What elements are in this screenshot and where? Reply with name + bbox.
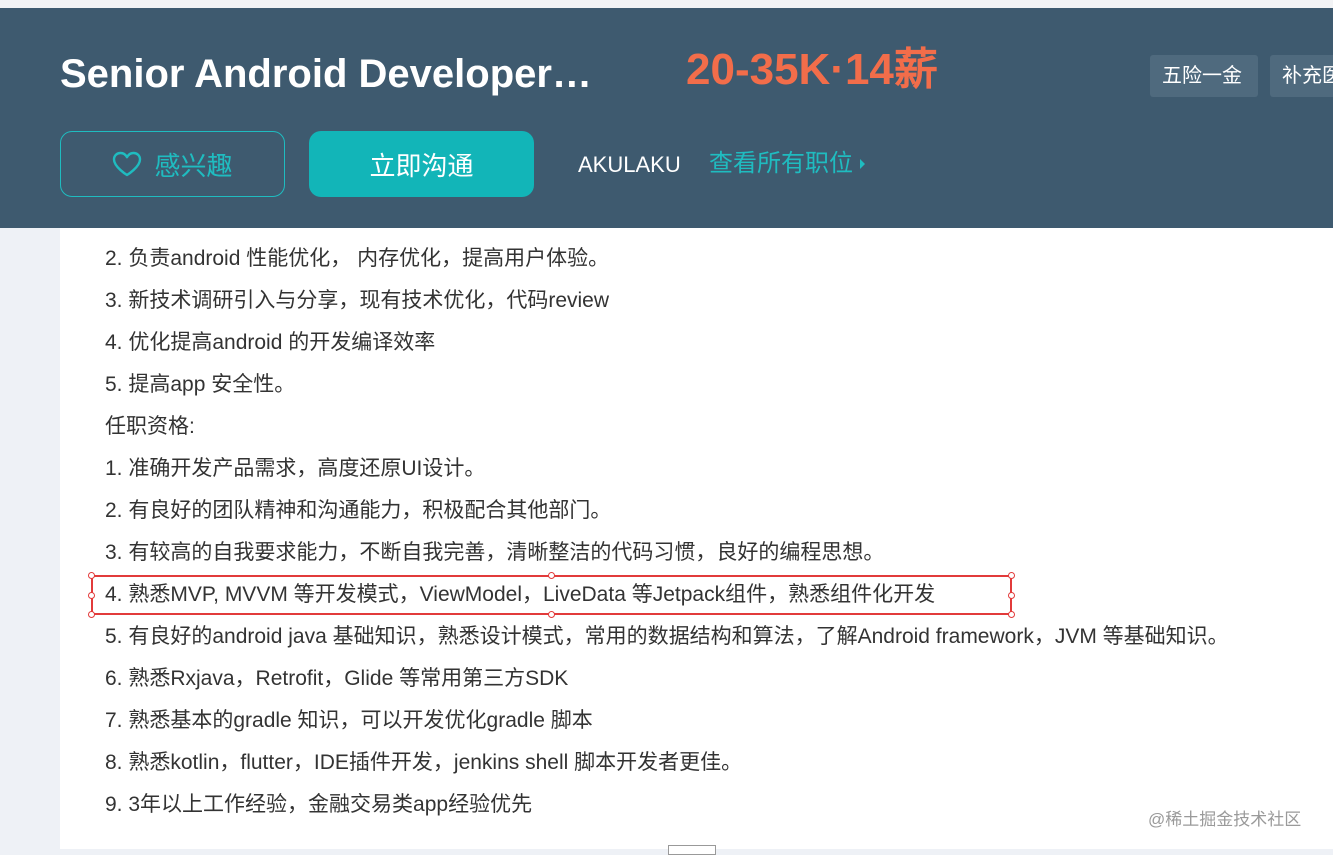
view-all-jobs-label: 查看所有职位 <box>709 150 853 177</box>
chat-now-button[interactable]: 立即沟通 <box>309 131 534 197</box>
list-item: 4. 优化提高android 的开发编译效率 <box>105 331 436 354</box>
interest-button[interactable]: 感兴趣 <box>60 131 285 197</box>
resize-handle[interactable] <box>1008 592 1015 599</box>
requirement-list: 2. 负责android 性能优化， 内存优化，提高用户体验。 3. 新技术调研… <box>105 238 1229 826</box>
chat-now-button-label: 立即沟通 <box>369 150 474 181</box>
resize-handle[interactable] <box>88 611 95 618</box>
list-item: 1. 准确开发产品需求，高度还原UI设计。 <box>105 457 486 480</box>
list-item: 8. 熟悉kotlin，flutter，IDE插件开发，jenkins shel… <box>105 751 743 774</box>
list-item: 2. 负责android 性能优化， 内存优化，提高用户体验。 <box>105 247 610 270</box>
resize-handle[interactable] <box>548 611 555 618</box>
list-item: 2. 有良好的团队精神和沟通能力，积极配合其他部门。 <box>105 499 612 522</box>
job-description: 2. 负责android 性能优化， 内存优化，提高用户体验。 3. 新技术调研… <box>60 228 1333 849</box>
list-item: 3. 新技术调研引入与分享，现有技术优化，代码review <box>105 289 610 312</box>
job-title: Senior Android Developer… <box>60 52 592 96</box>
list-item: 9. 3年以上工作经验，金融交易类app经验优先 <box>105 793 533 816</box>
view-all-jobs-link[interactable]: 查看所有职位 <box>709 150 867 178</box>
list-item: 6. 熟悉Rxjava，Retrofit，Glide 等常用第三方SDK <box>105 667 569 690</box>
watermark: @稀土掘金技术社区 <box>1148 810 1302 829</box>
company-name[interactable]: AKULAKU <box>578 152 681 178</box>
list-item: 3. 有较高的自我要求能力，不断自我完善，清晰整洁的代码习惯，良好的编程思想。 <box>105 541 885 564</box>
resize-handle[interactable] <box>1008 572 1015 579</box>
benefit-tag: 五险一金 <box>1150 55 1258 97</box>
list-item: 5. 有良好的android java 基础知识，熟悉设计模式，常用的数据结构和… <box>105 625 1229 648</box>
bottom-element <box>668 845 716 855</box>
benefit-tag: 补充医 <box>1270 55 1333 97</box>
resize-handle[interactable] <box>88 592 95 599</box>
salary-range: 20-35K·14薪 <box>686 45 938 94</box>
list-item: 7. 熟悉基本的gradle 知识，可以开发优化gradle 脚本 <box>105 709 593 732</box>
heart-icon <box>113 151 142 177</box>
interest-button-label: 感兴趣 <box>154 150 233 181</box>
resize-handle[interactable] <box>548 572 555 579</box>
job-header: Senior Android Developer… 20-35K·14薪 五险一… <box>0 8 1333 228</box>
section-heading: 任职资格: <box>105 415 195 438</box>
resize-handle[interactable] <box>1008 611 1015 618</box>
list-item: 5. 提高app 安全性。 <box>105 373 296 396</box>
top-strip <box>0 0 1333 8</box>
resize-handle[interactable] <box>88 572 95 579</box>
list-item: 4. 熟悉MVP, MVVM 等开发模式，ViewModel，LiveData … <box>105 583 936 606</box>
caret-right-icon <box>860 159 865 169</box>
